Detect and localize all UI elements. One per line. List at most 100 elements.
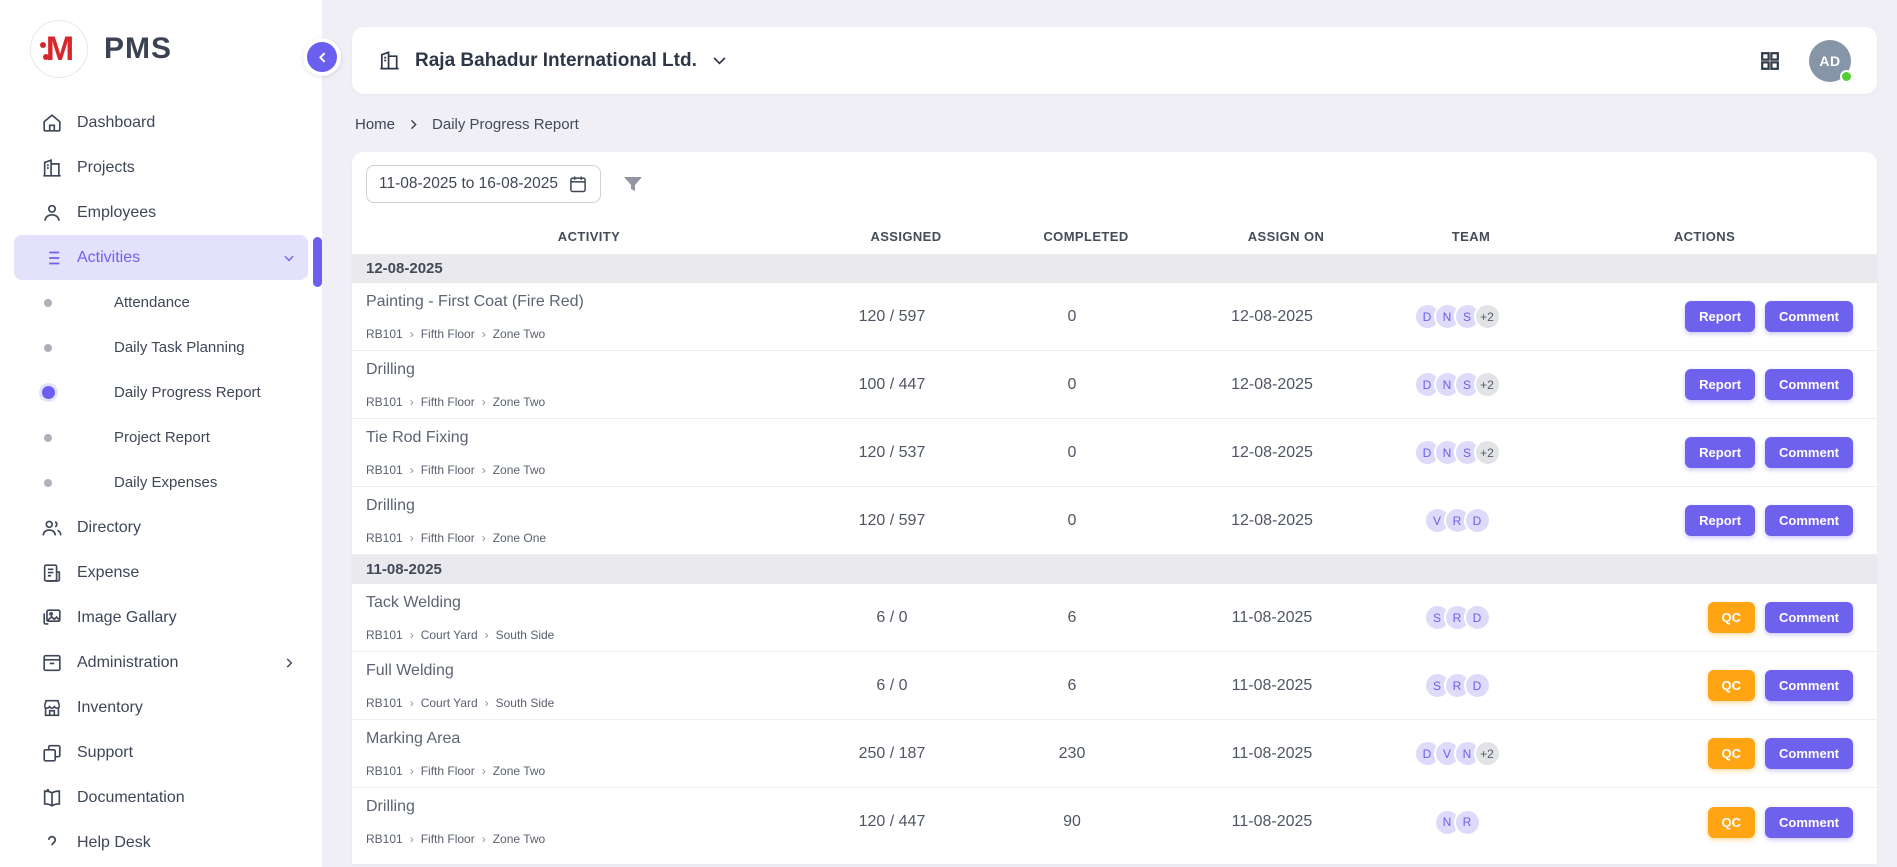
date-group-header: 11-08-2025 <box>352 555 1877 584</box>
qc-button[interactable]: QC <box>1708 670 1756 701</box>
sidebar-item-inventory[interactable]: Inventory <box>14 685 308 730</box>
chevron-down-icon <box>282 251 296 265</box>
logo-icon: M <box>30 20 88 78</box>
activity-title: Drilling <box>366 497 812 515</box>
team-avatars[interactable]: DVN+2 <box>1372 740 1542 767</box>
activity-title: Drilling <box>366 798 812 816</box>
bullet-icon <box>44 479 52 487</box>
active-section-indicator <box>313 237 322 287</box>
company-selector[interactable]: Raja Bahadur International Ltd. <box>378 49 728 72</box>
sidebar-item-label: Image Gallary <box>77 609 296 627</box>
avatar-initials: AD <box>1819 53 1840 69</box>
team-avatars[interactable]: VRD <box>1372 507 1542 534</box>
comment-button[interactable]: Comment <box>1765 437 1853 468</box>
sidebar-subitem-daily-progress-report[interactable]: Daily Progress Report <box>14 370 308 415</box>
report-button[interactable]: Report <box>1685 369 1755 400</box>
app-logo[interactable]: M PMS <box>0 0 322 92</box>
qc-button[interactable]: QC <box>1708 602 1756 633</box>
team-avatar: D <box>1464 507 1491 534</box>
team-avatar: D <box>1464 604 1491 631</box>
sidebar-item-directory[interactable]: Directory <box>14 505 308 550</box>
activity-title: Drilling <box>366 361 812 379</box>
sidebar-item-help-desk[interactable]: Help Desk <box>14 820 308 865</box>
column-header-team: TEAM <box>1386 229 1556 244</box>
user-avatar[interactable]: AD <box>1809 40 1851 82</box>
sidebar-item-employees[interactable]: Employees <box>14 190 308 235</box>
team-avatar-more: +2 <box>1474 740 1501 767</box>
filter-row: 11-08-2025 to 16-08-2025 <box>352 152 1877 214</box>
activity-location-path: RB101Fifth FloorZone Two <box>366 395 812 409</box>
sidebar-item-support[interactable]: Support <box>14 730 308 775</box>
sidebar-item-documentation[interactable]: Documentation <box>14 775 308 820</box>
team-avatars[interactable]: DNS+2 <box>1372 371 1542 398</box>
sidebar-item-label: Administration <box>77 654 282 672</box>
sidebar-subitem-attendance[interactable]: Attendance <box>14 280 308 325</box>
column-header-completed: COMPLETED <box>986 229 1186 244</box>
comment-button[interactable]: Comment <box>1765 301 1853 332</box>
team-avatars[interactable]: SRD <box>1372 672 1542 699</box>
comment-button[interactable]: Comment <box>1765 670 1853 701</box>
qc-button[interactable]: QC <box>1708 738 1756 769</box>
sidebar-subitem-label: Attendance <box>114 294 190 311</box>
assign-on-value: 12-08-2025 <box>1172 444 1372 462</box>
sidebar-item-administration[interactable]: Administration <box>14 640 308 685</box>
team-avatar-more: +2 <box>1474 303 1501 330</box>
image-icon <box>40 606 64 630</box>
bullet-icon <box>42 386 55 399</box>
team-avatars[interactable]: SRD <box>1372 604 1542 631</box>
app-name: PMS <box>104 32 172 66</box>
team-avatars[interactable]: NR <box>1372 809 1542 836</box>
grid-icon[interactable] <box>1759 50 1781 72</box>
assign-on-value: 11-08-2025 <box>1172 813 1372 831</box>
sidebar-item-activities[interactable]: Activities <box>14 235 308 280</box>
main-content: Raja Bahadur International Ltd. AD Home … <box>322 0 1897 867</box>
people-icon <box>40 516 64 540</box>
column-header-actions: ACTIONS <box>1556 229 1877 244</box>
assign-on-value: 11-08-2025 <box>1172 609 1372 627</box>
completed-value: 90 <box>972 813 1172 831</box>
top-bar: Raja Bahadur International Ltd. AD <box>352 27 1877 94</box>
sidebar-subitem-project-report[interactable]: Project Report <box>14 415 308 460</box>
team-avatars[interactable]: DNS+2 <box>1372 439 1542 466</box>
sidebar-item-expense[interactable]: Expense <box>14 550 308 595</box>
completed-value: 6 <box>972 677 1172 695</box>
qc-button[interactable]: QC <box>1708 807 1756 838</box>
online-status-dot <box>1840 70 1853 83</box>
date-range-input[interactable]: 11-08-2025 to 16-08-2025 <box>366 165 601 203</box>
activity-title: Painting - First Coat (Fire Red) <box>366 293 812 311</box>
breadcrumb-current: Daily Progress Report <box>432 116 579 133</box>
comment-button[interactable]: Comment <box>1765 369 1853 400</box>
report-button[interactable]: Report <box>1685 301 1755 332</box>
sidebar-collapse-button[interactable] <box>303 38 341 76</box>
team-avatar-more: +2 <box>1474 371 1501 398</box>
sidebar-item-dashboard[interactable]: Dashboard <box>14 100 308 145</box>
table-row: Drilling RB101Fifth FloorZone Two 120 / … <box>352 788 1877 856</box>
funnel-icon[interactable] <box>621 172 645 196</box>
activity-location-path: RB101Fifth FloorZone Two <box>366 832 812 846</box>
completed-value: 6 <box>972 609 1172 627</box>
activity-title: Full Welding <box>366 662 812 680</box>
assigned-value: 6 / 0 <box>812 609 972 627</box>
column-header-assigned: ASSIGNED <box>826 229 986 244</box>
sidebar-item-image-gallary[interactable]: Image Gallary <box>14 595 308 640</box>
assign-on-value: 11-08-2025 <box>1172 745 1372 763</box>
report-button[interactable]: Report <box>1685 505 1755 536</box>
team-avatars[interactable]: DNS+2 <box>1372 303 1542 330</box>
assign-on-value: 12-08-2025 <box>1172 376 1372 394</box>
sidebar-item-label: Projects <box>77 159 296 177</box>
group-date-label: 11-08-2025 <box>366 561 442 578</box>
sidebar-item-projects[interactable]: Projects <box>14 145 308 190</box>
report-button[interactable]: Report <box>1685 437 1755 468</box>
activity-title: Tie Rod Fixing <box>366 429 812 447</box>
sidebar-subitem-daily-task-planning[interactable]: Daily Task Planning <box>14 325 308 370</box>
comment-button[interactable]: Comment <box>1765 602 1853 633</box>
assigned-value: 120 / 597 <box>812 512 972 530</box>
company-name: Raja Bahadur International Ltd. <box>415 50 697 72</box>
comment-button[interactable]: Comment <box>1765 505 1853 536</box>
comment-button[interactable]: Comment <box>1765 738 1853 769</box>
comment-button[interactable]: Comment <box>1765 807 1853 838</box>
breadcrumb-home[interactable]: Home <box>355 116 395 133</box>
team-avatar: D <box>1464 672 1491 699</box>
sidebar-item-label: Employees <box>77 204 296 222</box>
sidebar-subitem-daily-expenses[interactable]: Daily Expenses <box>14 460 308 505</box>
